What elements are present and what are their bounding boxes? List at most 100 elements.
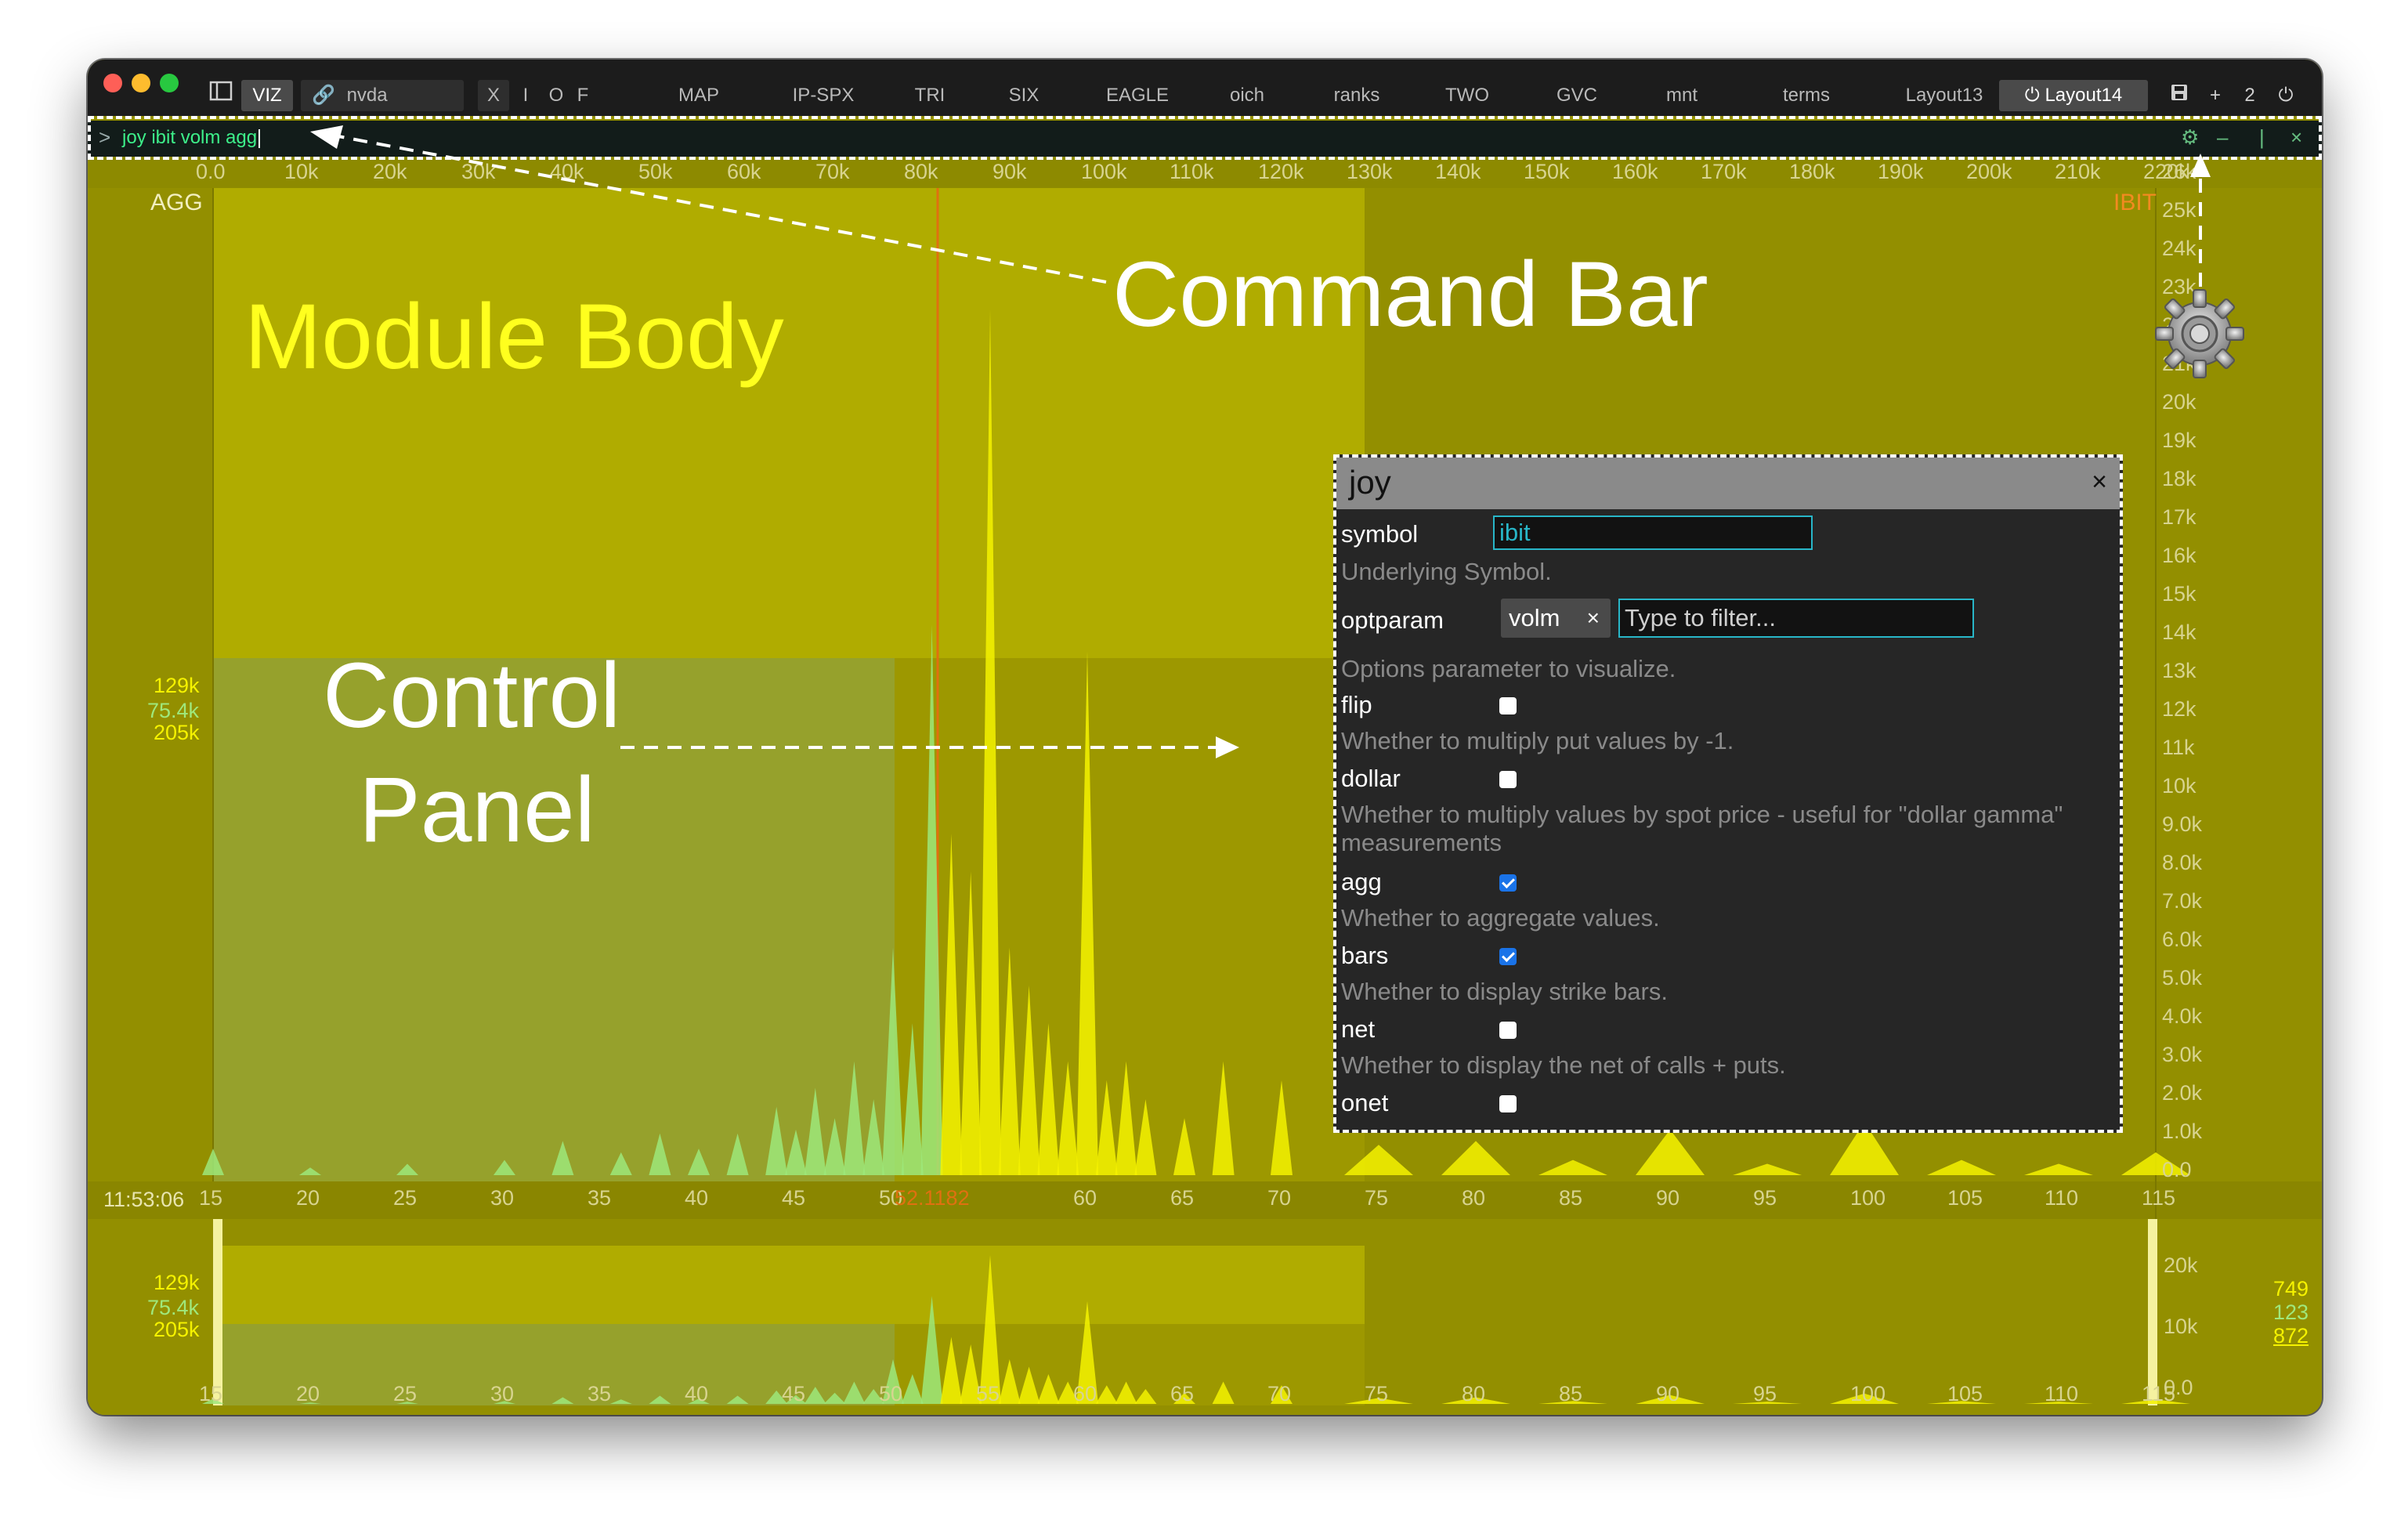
onet-label: onet <box>1341 1089 1389 1116</box>
right-y-tick: 2.0k <box>2162 1081 2203 1105</box>
agg-checkbox[interactable] <box>1499 874 1517 892</box>
add-tab-button[interactable]: + <box>2200 80 2231 111</box>
top-x-tick: 60k <box>727 160 761 183</box>
tab-ip-spx[interactable]: IP-SPX <box>765 80 882 111</box>
right-y-tick: 11k <box>2162 736 2195 759</box>
right-y-tick: 7.0k <box>2162 889 2203 913</box>
save-icon[interactable] <box>2164 80 2195 111</box>
command-bar-highlight <box>88 116 2322 160</box>
command-bar-annotation: Command Bar <box>1112 243 1708 346</box>
strike-tick-lower: 25 <box>393 1382 418 1405</box>
tab-two[interactable]: TWO <box>1424 80 1510 111</box>
control-panel-annotation-line1: Control <box>323 644 621 747</box>
right-y-tick: 25k <box>2162 198 2196 222</box>
minimize-window-button[interactable] <box>132 74 150 92</box>
strike-tick: 65 <box>1170 1186 1195 1210</box>
chip-remove-icon[interactable]: × <box>1587 599 1600 638</box>
bars-label: bars <box>1341 942 1389 969</box>
top-x-tick: 100k <box>1081 160 1127 183</box>
module-body-annotation: Module Body <box>244 285 784 389</box>
window-count: 2 <box>2244 85 2255 106</box>
strike-tick: 75 <box>1365 1186 1389 1210</box>
strike-tick-lower: 95 <box>1753 1382 1777 1405</box>
strike-tick-lower: 75 <box>1365 1382 1389 1405</box>
right-y-tick: 9.0k <box>2162 812 2203 836</box>
strike-tick: 115 <box>2142 1186 2176 1210</box>
tab-eagle[interactable]: EAGLE <box>1083 80 1192 111</box>
mode-o-button[interactable]: O <box>542 80 570 111</box>
strike-tick: 95 <box>1753 1186 1777 1210</box>
strike-tick: 110 <box>2045 1186 2079 1210</box>
strike-tick: 45 <box>782 1186 806 1210</box>
tab-tri[interactable]: TRI <box>895 80 965 111</box>
lower-right-stat-3: 872 <box>2273 1324 2309 1348</box>
symbol-desc: Underlying Symbol. <box>1341 558 1552 585</box>
viz-mode-button[interactable]: VIZ <box>241 80 293 111</box>
strike-tick-lower: 80 <box>1462 1382 1486 1405</box>
close-window-button[interactable] <box>103 74 122 92</box>
tab-oich[interactable]: oich <box>1200 80 1294 111</box>
top-x-tick: 180k <box>1789 160 1835 183</box>
tab-ranks[interactable]: ranks <box>1310 80 1404 111</box>
strike-tick: 70 <box>1267 1186 1292 1210</box>
strike-tick-lower: 65 <box>1170 1382 1195 1405</box>
right-y-tick: 8.0k <box>2162 851 2203 874</box>
mode-i-button[interactable]: I <box>514 80 537 111</box>
strike-tick-lower: 30 <box>490 1382 515 1405</box>
panel-close-button[interactable]: × <box>2092 467 2107 497</box>
lower-left-stat-1: 129k <box>154 1271 200 1294</box>
tab-six[interactable]: SIX <box>981 80 1067 111</box>
app-window: VIZ 🔗 nvda X I O F MAP IP-SPX TRI SIX EA… <box>88 60 2322 1415</box>
mode-f-button[interactable]: F <box>573 80 592 111</box>
left-stat-2: 75.4k <box>147 699 200 722</box>
right-y-tick: 5.0k <box>2162 966 2203 989</box>
top-x-tick: 210k <box>2055 160 2101 183</box>
top-x-tick: 30k <box>461 160 496 183</box>
strike-tick-lower: 70 <box>1267 1382 1292 1405</box>
lower-left-stat-3: 205k <box>154 1318 200 1341</box>
optparam-filter-input[interactable]: Type to filter... <box>1618 599 1974 638</box>
tab-mnt[interactable]: mnt <box>1639 80 1725 111</box>
right-y-tick: 10k <box>2162 774 2196 798</box>
dollar-checkbox[interactable] <box>1499 771 1517 788</box>
symbol-label: nvda <box>346 85 388 106</box>
tab-terms[interactable]: terms <box>1752 80 1861 111</box>
gear-icon[interactable] <box>2151 285 2248 386</box>
net-checkbox[interactable] <box>1499 1022 1517 1039</box>
mode-x-button[interactable]: X <box>478 80 509 111</box>
right-y-tick: 1.0k <box>2162 1120 2203 1143</box>
top-x-tick: 130k <box>1347 160 1393 183</box>
tab-map[interactable]: MAP <box>652 80 746 111</box>
tab-layout14[interactable]: ⏻ Layout14 <box>1999 80 2148 111</box>
strike-tick-lower: 40 <box>685 1382 709 1405</box>
symbol-tab[interactable]: 🔗 nvda <box>301 80 464 111</box>
symbol-input[interactable]: ibit <box>1493 516 1813 550</box>
sidebar-toggle-icon[interactable] <box>205 80 237 111</box>
right-y-tick: 0.0 <box>2162 1158 2192 1181</box>
flip-checkbox[interactable] <box>1499 697 1517 714</box>
power-off-icon[interactable]: ⏻ <box>2270 80 2301 111</box>
optparam-desc: Options parameter to visualize. <box>1341 655 1676 682</box>
maximize-window-button[interactable] <box>160 74 179 92</box>
strike-tick-lower: 60 <box>1073 1382 1097 1405</box>
top-x-tick: 170k <box>1701 160 1747 183</box>
strike-tick: 60 <box>1073 1186 1097 1210</box>
right-y-tick: 24k <box>2162 237 2196 260</box>
strike-tick-lower: 105 <box>1947 1382 1983 1405</box>
right-y-tick: 4.0k <box>2162 1004 2203 1028</box>
optparam-label: optparam <box>1341 606 1444 634</box>
tab-gvc[interactable]: GVC <box>1534 80 1620 111</box>
tab-layout13[interactable]: Layout13 <box>1874 80 2015 111</box>
onet-checkbox[interactable] <box>1499 1095 1517 1112</box>
optparam-chip-label: volm <box>1509 604 1560 631</box>
bars-checkbox[interactable] <box>1499 948 1517 965</box>
strike-tick-lower: 100 <box>1850 1382 1886 1405</box>
spot-price: 52.1182 <box>895 1186 970 1210</box>
strike-tick: 85 <box>1559 1186 1583 1210</box>
right-y-tick: 16k <box>2162 544 2196 567</box>
strike-tick-lower: 45 <box>782 1382 806 1405</box>
strike-tick: 20 <box>296 1186 320 1210</box>
top-x-tick: 120k <box>1258 160 1304 183</box>
top-x-tick: 20k <box>373 160 407 183</box>
lower-y-tick: 10k <box>2164 1315 2198 1338</box>
